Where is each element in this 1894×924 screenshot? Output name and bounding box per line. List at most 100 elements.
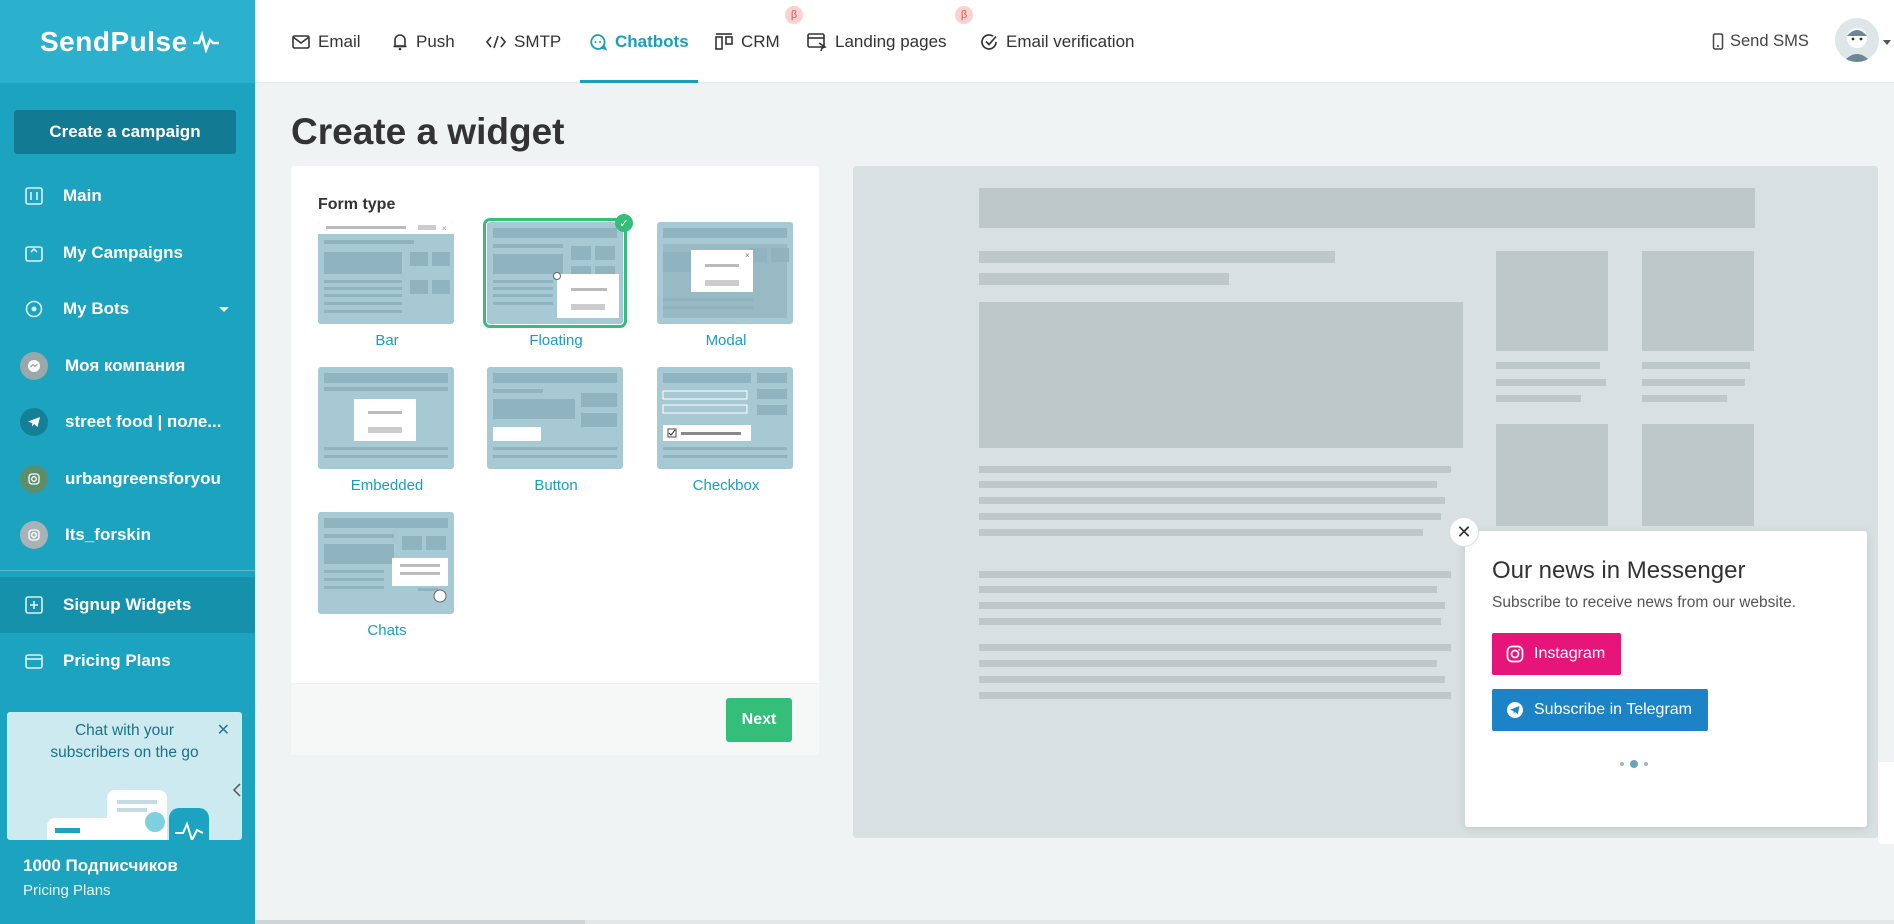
chevron-down-icon[interactable] [219, 307, 229, 312]
avatar[interactable] [1835, 18, 1879, 62]
plan-link[interactable]: Pricing Plans [23, 882, 255, 899]
preview-line [979, 273, 1229, 285]
telegram-button-label: Subscribe in Telegram [1534, 701, 1693, 718]
chats-thumbnail [318, 512, 454, 614]
next-button[interactable]: Next [726, 698, 792, 742]
sidebar-item-bot-street-food[interactable]: street food | поле... [0, 394, 255, 451]
scrollbar-thumb[interactable] [255, 920, 585, 924]
sidebar-item-label: My Campaigns [63, 242, 183, 262]
form-type-label-modal: Modal [705, 332, 747, 349]
send-sms-link[interactable]: Send SMS [1712, 0, 1809, 83]
tab-push[interactable]: Push [392, 0, 455, 83]
close-icon[interactable]: ✕ [217, 720, 230, 740]
plan-box[interactable]: 1000 Подписчиков Pricing Plans [0, 842, 255, 924]
beta-badge: β [785, 6, 803, 24]
horizontal-scrollbar[interactable] [255, 920, 1894, 924]
tab-label: Email verification [1006, 31, 1135, 51]
tab-label: SMTP [514, 31, 562, 51]
preview-line [1496, 379, 1606, 386]
telegram-button[interactable]: Subscribe in Telegram [1492, 689, 1709, 731]
phone-icon [1712, 33, 1724, 50]
widget-subtitle: Subscribe to receive news from our websi… [1492, 594, 1797, 611]
tab-label: Chatbots [615, 31, 689, 51]
bell-icon [392, 33, 408, 51]
top-navigation: Email Push SMTP Chatbots CRM β Landing p… [255, 0, 1894, 83]
promo-text: Chat with your subscribers on the go [7, 720, 242, 764]
chevron-down-icon[interactable] [1883, 40, 1891, 46]
preview-line [979, 481, 1437, 488]
form-type-bar[interactable]: × Bar [318, 222, 456, 349]
carousel-dot[interactable] [1644, 762, 1648, 766]
form-type-modal[interactable]: × Modal [657, 222, 795, 349]
carousel-dot[interactable] [1620, 762, 1624, 766]
instagram-icon [1506, 645, 1524, 663]
preview-header-placeholder [979, 188, 1755, 228]
sidebar-item-bot-urbangreens[interactable]: urbangreensforyou [0, 451, 255, 508]
preview-line [1642, 395, 1727, 402]
tab-email[interactable]: Email [292, 0, 361, 83]
sidebar-item-bot-moya-kompaniya[interactable]: Моя компания [0, 338, 255, 395]
checkbox-thumbnail [657, 367, 793, 469]
floating-thumbnail [483, 218, 627, 328]
promo-line-2: subscribers on the go [50, 744, 199, 761]
carousel-dots[interactable] [1620, 760, 1648, 768]
floating-widget: Our news in Messenger Subscribe to recei… [1465, 531, 1867, 827]
envelope-icon [292, 34, 310, 49]
sidebar-item-label: Моя компания [65, 355, 186, 375]
instagram-button[interactable]: Instagram [1492, 633, 1622, 675]
chevron-left-icon[interactable] [232, 782, 242, 798]
sidebar-nav: Main My Campaigns My Bots Моя компания s… [0, 168, 255, 690]
sidebar-item-main[interactable]: Main [0, 168, 255, 225]
preview-line [979, 692, 1451, 699]
telegram-icon [20, 408, 48, 437]
logo[interactable]: SendPulse [40, 26, 188, 58]
sidebar-item-label: My Bots [63, 299, 130, 319]
form-type-label-bar: Bar [375, 332, 399, 349]
tab-label: Push [416, 31, 455, 51]
checkmark-icon: ✓ [615, 214, 633, 232]
form-type-label-floating: Floating [529, 332, 583, 349]
tab-chatbots[interactable]: Chatbots [580, 0, 698, 83]
tab-smtp[interactable]: SMTP [486, 0, 561, 83]
tab-crm[interactable]: CRM β [715, 0, 803, 83]
logo-area: SendPulse [0, 0, 255, 83]
preview-image-placeholder [1496, 251, 1608, 351]
tab-landing-pages[interactable]: Landing pages β [807, 0, 973, 83]
form-type-embedded[interactable]: Embedded [318, 367, 456, 494]
form-type-floating[interactable]: ✓ Floating [483, 214, 633, 349]
preview-line [979, 618, 1441, 625]
chatbot-icon [589, 33, 607, 51]
tab-label: CRM [741, 31, 780, 51]
create-campaign-button[interactable]: Create a campaign [14, 110, 236, 154]
widget-title: Our news in Messenger [1492, 557, 1746, 584]
form-type-button[interactable]: Button [487, 367, 625, 494]
preview-line [979, 602, 1445, 609]
phone-illustration-icon [47, 790, 209, 840]
promo-banner[interactable]: Chat with your subscribers on the go ✕ [7, 712, 242, 840]
wallet-icon [24, 651, 44, 671]
preview-line [979, 251, 1335, 263]
sidebar-item-campaigns[interactable]: My Campaigns [0, 225, 255, 282]
preview-line [1496, 395, 1581, 402]
sidebar-item-pricing-plans[interactable]: Pricing Plans [0, 633, 255, 690]
preview-line [979, 497, 1445, 504]
sidebar-item-signup-widgets[interactable]: Signup Widgets [0, 576, 255, 633]
chat-side-tab[interactable] [1878, 762, 1894, 844]
landing-icon [807, 32, 827, 51]
plan-title: 1000 Подписчиков [23, 856, 178, 875]
form-type-checkbox[interactable]: Checkbox [657, 367, 795, 494]
sidebar-item-label: Signup Widgets [63, 594, 192, 614]
form-type-chats[interactable]: Chats [318, 512, 456, 639]
sidebar-item-bots[interactable]: My Bots [0, 281, 255, 338]
carousel-dot[interactable] [1630, 760, 1638, 768]
preview-line [979, 676, 1445, 683]
sidebar-item-bot-its-forskin[interactable]: Its_forskin [0, 507, 255, 564]
campaigns-icon [24, 243, 44, 263]
sidebar: SendPulse Create a campaign Main My Camp… [0, 0, 255, 924]
tab-email-verification[interactable]: Email verification [980, 0, 1135, 83]
preview-image-placeholder [1642, 251, 1754, 351]
close-icon[interactable]: ✕ [1449, 517, 1479, 547]
preview-image-placeholder [1496, 424, 1608, 526]
beta-badge: β [955, 6, 973, 24]
preview-image-placeholder [979, 302, 1463, 448]
